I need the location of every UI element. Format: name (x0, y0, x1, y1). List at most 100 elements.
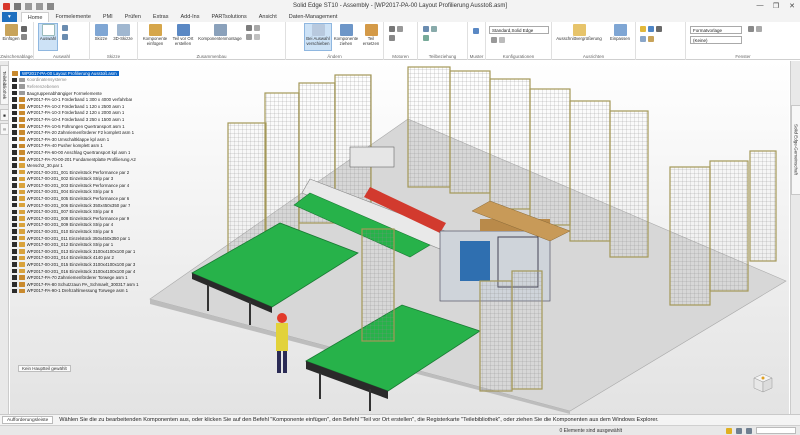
pattern-icon[interactable] (473, 28, 479, 34)
visibility-checkbox[interactable] (12, 242, 17, 247)
window-new-icon[interactable] (756, 26, 762, 32)
tree-item[interactable]: WP2017-00-201_014 Einzelstück 4140 par 2 (12, 255, 160, 262)
visibility-checkbox[interactable] (12, 183, 17, 188)
tree-item[interactable]: WP2017-PA-10-1 Förderband 1 300 x 4000 v… (12, 96, 160, 103)
visibility-checkbox[interactable] (12, 110, 17, 116)
tab-extras[interactable]: Extras (147, 12, 175, 22)
sections-icon[interactable] (648, 36, 654, 42)
tree-item[interactable]: WP2017-PA-00 Layout Profilierung Ausstoß… (12, 70, 160, 77)
tab-pmi[interactable]: PMI (97, 12, 119, 22)
shading-icon[interactable] (640, 36, 646, 42)
tab-pathfinder[interactable]: ■ (0, 109, 9, 121)
print-icon[interactable] (47, 2, 54, 10)
tree-item[interactable]: WP2017-00-201_016 Einzelstück 3100x4100x… (12, 268, 160, 275)
tree-item[interactable]: WP2017-00-201_015 Einzelstück 3100x4100x… (12, 261, 160, 268)
view-cube[interactable] (752, 372, 774, 394)
align-icon[interactable] (254, 34, 260, 40)
select-filter-icon[interactable] (62, 25, 68, 31)
visibility-checkbox[interactable] (12, 176, 17, 182)
tab-solid-edge-community[interactable]: Solid Edge-Gemeinschaft (791, 105, 800, 195)
visibility-checkbox[interactable] (12, 143, 17, 149)
einfuegen-button[interactable]: Einfügen (3, 24, 19, 42)
motor-icon[interactable] (389, 26, 395, 32)
tree-item[interactable]: WP2017-PA-80 Schutzzaun PA_Schmaelt_3003… (12, 281, 160, 288)
tree-item[interactable]: WP2017-00-201_010 Einzelstück Strip par … (12, 228, 160, 235)
undo-icon[interactable] (25, 2, 32, 10)
file-menu-tab[interactable]: ▾ (2, 12, 17, 22)
visibility-checkbox[interactable] (12, 97, 17, 102)
visibility-checkbox[interactable] (12, 150, 17, 155)
tree-item[interactable]: WP2017-PA-10-2 Förderband 1 120 x 2500 a… (12, 103, 160, 110)
prompt-bar-label[interactable]: Aufforderungsleiste (2, 416, 54, 424)
relate-icon[interactable] (246, 25, 252, 31)
tree-item[interactable]: WP2017-00-201_008 Einzelstück Performanc… (12, 215, 160, 222)
visibility-checkbox[interactable] (12, 222, 17, 228)
visibility-checkbox[interactable] (12, 229, 17, 234)
config-manage-icon[interactable] (499, 37, 505, 43)
visibility-checkbox[interactable] (12, 249, 17, 254)
bei-auswahl-verschieben-button[interactable]: Bei Auswahl verschieben (304, 23, 332, 51)
3d-skizze-button[interactable]: 3D-Skizze (111, 24, 135, 42)
tree-item[interactable]: WP2017-00-201_001 Einzelstück Performanc… (12, 169, 160, 176)
cut-icon[interactable] (21, 26, 27, 32)
auswahl-button[interactable]: Auswahl (38, 23, 58, 51)
komponente-ziehen-button[interactable]: Komponente ziehen (334, 24, 358, 46)
tab-home[interactable]: Home (20, 12, 50, 22)
tree-item[interactable]: WP2017-PA-30 Umschaltklappe kpl asm 1 (12, 136, 160, 143)
minimize-button[interactable]: — (754, 1, 766, 10)
tab-teilebibliothek[interactable]: Teilebibliothek (0, 65, 9, 105)
formatvorlage-select[interactable]: Formatvorlage (690, 26, 742, 34)
visibility-checkbox[interactable] (12, 268, 17, 274)
tree-item[interactable]: WP2017-PA-90-1 Drehzahlmessung Torwege a… (12, 288, 160, 295)
visibility-checkbox[interactable] (12, 262, 17, 267)
visibility-checkbox[interactable] (12, 136, 17, 142)
tree-item[interactable]: WP2017-PA-40 Pusher komplett asm 1 (12, 143, 160, 150)
visibility-checkbox[interactable] (12, 117, 17, 122)
ausschnittvergroesserung-button[interactable]: Ausschnittvergrößerung (554, 24, 604, 42)
visibility-checkbox[interactable] (12, 209, 17, 215)
keine-select[interactable]: (Keine) (690, 36, 742, 44)
tree-item[interactable]: Koordinatensysteme (12, 77, 160, 84)
part-relation-icon[interactable] (423, 26, 429, 32)
tab-formelemente[interactable]: Formelemente (49, 12, 96, 22)
configuration-select[interactable]: Standard,Solid Edge (489, 26, 549, 34)
window-arrange-icon[interactable] (748, 26, 754, 32)
visibility-checkbox[interactable] (12, 216, 17, 221)
render-icon[interactable] (746, 427, 752, 434)
tree-item[interactable]: WP2017-00-201_004 Einzelstück Strip par … (12, 189, 160, 196)
app-logo-icon[interactable] (3, 2, 10, 10)
visibility-checkbox[interactable] (12, 90, 17, 96)
tab-add-ins[interactable]: Add-Ins (175, 12, 206, 22)
tree-item[interactable]: WP2017-00-201_011 Einzelstück 350x450x35… (12, 235, 160, 242)
visibility-checkbox[interactable] (12, 130, 17, 135)
tree-item[interactable]: Baugruppenabhängiger Formelemente (12, 90, 160, 97)
tab-partsolutions[interactable]: PARTsolutions (205, 12, 252, 22)
visibility-checkbox[interactable] (12, 235, 17, 241)
tree-item[interactable]: WP2017-PA-20 Zahnriemenförderer F2 kompl… (12, 129, 160, 136)
copy-icon[interactable] (21, 34, 27, 40)
flash-fit-icon[interactable] (254, 25, 260, 31)
teil-vor-ort-button[interactable]: Teil vor Ort erstellen (170, 24, 196, 46)
visibility-checkbox[interactable] (12, 104, 17, 109)
visibility-checkbox[interactable] (12, 84, 17, 89)
tab-daten-management[interactable]: Daten-Management (283, 12, 344, 22)
redo-icon[interactable] (36, 2, 43, 10)
close-button[interactable]: ✕ (786, 1, 798, 10)
tree-item[interactable]: WP2017-00-201_012 Einzelstück Strip par … (12, 241, 160, 248)
tab-layers[interactable]: ≡ (0, 123, 9, 135)
maximize-button[interactable]: ❐ (770, 1, 782, 10)
tree-item[interactable]: WP2017-PA-10-4 Förderband 3 250 x 1500 a… (12, 116, 160, 123)
visibility-checkbox[interactable] (12, 189, 17, 195)
tree-item[interactable]: Referenzebenen (12, 83, 160, 90)
filter-icon[interactable] (726, 427, 732, 434)
tree-item[interactable]: WP2017-00-201_002 Einzelstück Strip par … (12, 176, 160, 183)
display-icon[interactable] (736, 427, 742, 434)
visibility-checkbox[interactable] (12, 288, 17, 294)
tree-item[interactable]: WP2017-00-201_009 Einzelstück Strip par … (12, 222, 160, 229)
view-front-icon[interactable] (648, 26, 654, 32)
tree-item[interactable]: WP2017-PA-70-00-201 Fundamentplatte Prof… (12, 156, 160, 163)
mate-icon[interactable] (246, 34, 252, 40)
tree-item[interactable]: WP2017-00-201_006 Einzelstück 350x450x35… (12, 202, 160, 209)
einpassen-button[interactable]: Einpassen (606, 24, 634, 42)
tree-item[interactable]: WP2017-PA-70 Zahnriemenförderer Torwege … (12, 274, 160, 281)
